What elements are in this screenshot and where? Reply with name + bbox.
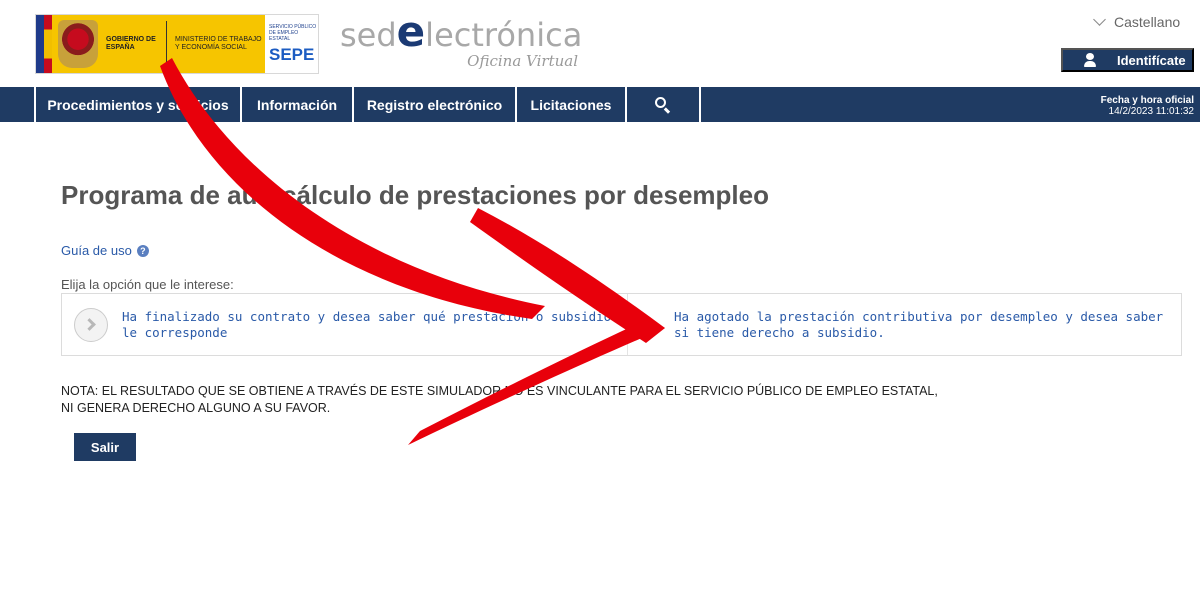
- nav-item-procedimientos[interactable]: Procedimientos y servicios: [36, 87, 242, 122]
- sepe-text: SEPE: [269, 44, 315, 64]
- option-agotado-prestacion[interactable]: Ha agotado la prestación contributiva po…: [627, 294, 1181, 355]
- nav-left-pad: [0, 87, 36, 122]
- option-text[interactable]: Ha finalizado su contrato y desea saber …: [122, 309, 627, 341]
- chevron-down-icon: [1093, 13, 1106, 26]
- sede-suffix: lectrónica: [425, 16, 583, 54]
- identificate-button[interactable]: Identifícate: [1061, 48, 1194, 72]
- user-icon: [1083, 53, 1097, 67]
- main-nav: Procedimientos y servicios Información R…: [0, 87, 1200, 122]
- sede-logo-text: sedelectrónica: [340, 11, 583, 55]
- sede-subtitle: Oficina Virtual: [467, 52, 578, 70]
- sede-prefix: sed: [340, 16, 397, 54]
- nav-item-informacion[interactable]: Información: [242, 87, 354, 122]
- nav-search-button[interactable]: [627, 87, 701, 122]
- choose-option-label: Elija la opción que le interese:: [61, 277, 234, 292]
- chevron-right-icon[interactable]: [74, 307, 108, 342]
- language-selector[interactable]: Castellano: [1093, 13, 1181, 30]
- page: GOBIERNO DE ESPAÑA MINISTERIO DE TRABAJO…: [0, 0, 1200, 592]
- option-text[interactable]: Ha agotado la prestación contributiva po…: [628, 309, 1181, 341]
- gobierno-espana-logo[interactable]: GOBIERNO DE ESPAÑA MINISTERIO DE TRABAJO…: [35, 14, 319, 74]
- datetime-value: 14/2/2023 11:01:32: [1108, 106, 1194, 117]
- nav-item-registro[interactable]: Registro electrónico: [354, 87, 517, 122]
- nav-item-licitaciones[interactable]: Licitaciones: [517, 87, 627, 122]
- gobierno-text: GOBIERNO DE ESPAÑA: [106, 36, 156, 51]
- search-icon: [655, 96, 671, 113]
- ministerio-text: MINISTERIO DE TRABAJO Y ECONOMÍA SOCIAL: [175, 36, 262, 51]
- sepe-logo: SERVICIO PÚBLICO DE EMPLEO ESTATAL SEPE: [265, 15, 318, 73]
- language-value: Castellano: [1114, 14, 1181, 30]
- identificate-label: Identifícate: [1117, 52, 1186, 68]
- guide-link[interactable]: Guía de uso ?: [61, 243, 149, 258]
- help-icon: ?: [136, 244, 149, 257]
- option-finalizado-contrato[interactable]: Ha finalizado su contrato y desea saber …: [62, 294, 627, 355]
- options-box: Ha finalizado su contrato y desea saber …: [61, 293, 1182, 356]
- disclaimer-note: NOTA: EL RESULTADO QUE SE OBTIENE A TRAV…: [61, 384, 938, 415]
- logo-divider: [166, 21, 167, 67]
- sede-e: e: [396, 7, 426, 56]
- salir-button[interactable]: Salir: [74, 433, 136, 461]
- eu-flag-stripe: [36, 15, 52, 73]
- gov-logo-yellow-panel: GOBIERNO DE ESPAÑA MINISTERIO DE TRABAJO…: [52, 15, 265, 73]
- page-title: Programa de autocálculo de prestaciones …: [61, 180, 769, 210]
- coat-of-arms-icon: [58, 20, 98, 68]
- guide-link-text: Guía de uso: [61, 243, 132, 258]
- datetime-label: Fecha y hora oficial: [1100, 95, 1194, 106]
- sede-electronica-logo[interactable]: sedelectrónica Oficina Virtual: [340, 11, 583, 71]
- official-datetime: Fecha y hora oficial 14/2/2023 11:01:32: [1050, 87, 1200, 122]
- sepe-small-text: SERVICIO PÚBLICO DE EMPLEO ESTATAL: [269, 23, 317, 42]
